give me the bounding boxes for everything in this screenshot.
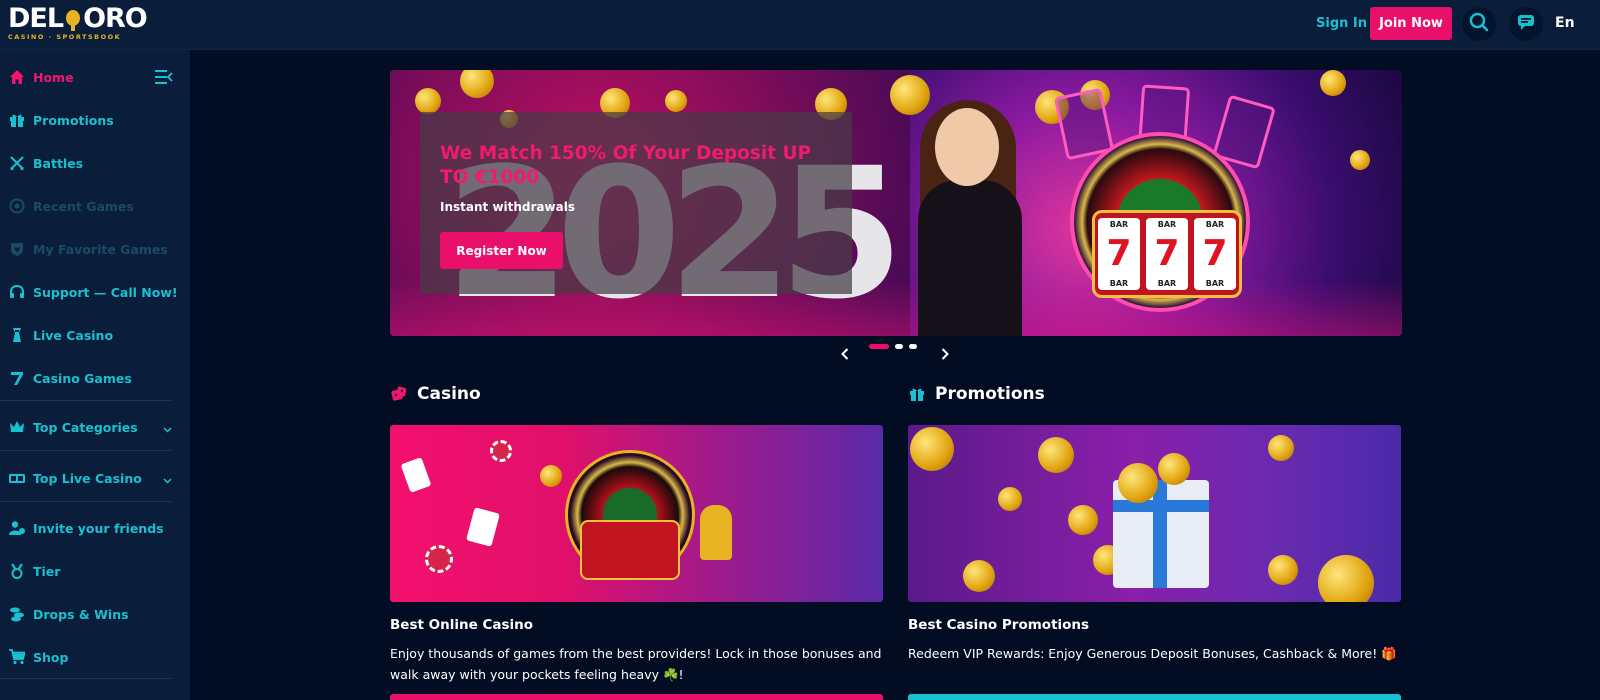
sidebar-item-shop[interactable]: Shop [0,637,190,677]
sidebar-item-home[interactable]: Home [0,57,190,97]
banner-subtitle: Instant withdrawals [440,200,575,214]
casino-heading-text: Casino [417,384,481,404]
cart-icon [9,649,25,665]
sidebar-divider [0,450,172,451]
carousel-prev-icon[interactable] [841,345,849,364]
slot-machine-graphic [580,520,680,580]
live-casino-icon [9,327,25,343]
crown-icon [9,419,25,435]
sidebar-item-label: Top Live Casino [33,470,142,486]
sidebar-item-label: Tier [33,563,61,579]
search-icon [1469,12,1489,36]
promotions-section-heading: Promotions [909,384,1045,404]
sidebar-item-label: Top Categories [33,419,138,435]
site-logo[interactable]: DEL ORO CASINO · SPORTSBOOK [8,5,148,43]
seven-icon [9,370,25,386]
banner-title: We Match 150% Of Your Deposit UP TO €100… [440,143,812,188]
gift-icon [909,386,925,402]
sidebar-item-label: Invite your friends [33,520,164,536]
carousel-next-icon[interactable] [941,345,949,364]
sidebar-item-recent-games[interactable]: Recent Games [0,186,190,226]
coin-graphic [460,70,494,98]
sidebar-divider [0,400,172,401]
search-button[interactable] [1462,7,1496,41]
sidebar-item-live-casino[interactable]: Live Casino [0,315,190,355]
sidebar-item-label: Drops & Wins [33,606,129,622]
carousel-dots [869,344,923,349]
hero-banner[interactable]: BAR7BAR BAR7BAR BAR7BAR 2025 We Match 15… [390,70,1402,336]
sidebar-item-support[interactable]: Support — Call Now! [0,272,190,312]
dice-icon [391,386,407,402]
gift-icon [9,112,25,128]
trophy-graphic [700,505,732,560]
top-header: DEL ORO CASINO · SPORTSBOOK Sign In Join… [0,0,1600,50]
sidebar-item-tier[interactable]: Tier [0,551,190,591]
sidebar-item-label: Shop [33,649,69,665]
sidebar-item-top-live-casino[interactable]: Top Live Casino [0,458,190,498]
medal-icon [9,563,25,579]
sidebar-item-label: Recent Games [33,198,134,214]
casino-card-image[interactable] [390,425,883,602]
sidebar-item-top-categories[interactable]: Top Categories [0,407,190,447]
sidebar-item-label: My Favorite Games [33,241,168,257]
coins-icon [9,606,25,622]
casino-card-title: Best Online Casino [390,617,534,633]
swords-icon [9,155,25,171]
coin-graphic [1320,70,1346,96]
recent-icon [9,198,25,214]
playing-card-graphic [466,507,500,547]
sidebar-item-label: Home [33,69,74,85]
coin-graphic [415,88,441,114]
sidebar: Home Promotions Battles Recent Games My … [0,50,190,700]
signin-link[interactable]: Sign In [1316,16,1367,31]
sidebar-divider [0,678,172,679]
chip-graphic [425,545,453,573]
sidebar-item-label: Casino Games [33,370,132,386]
promotions-card-button[interactable] [908,694,1401,700]
logo-coin-icon [64,8,82,31]
promotions-card-image[interactable] [908,425,1401,602]
playing-card-graphic [400,457,432,493]
chip-graphic [490,440,512,462]
chat-icon [1516,12,1536,36]
sidebar-item-promotions[interactable]: Promotions [0,100,190,140]
sidebar-item-label: Live Casino [33,327,114,343]
sidebar-item-label: Support — Call Now! [33,284,178,300]
chevron-down-icon [163,421,172,436]
casino-card-button[interactable] [390,694,883,700]
headset-icon [9,284,25,300]
register-now-button[interactable]: Register Now [440,232,563,269]
promotions-card-title: Best Casino Promotions [908,617,1090,633]
coin-graphic [665,90,687,112]
sidebar-item-battles[interactable]: Battles [0,143,190,183]
sidebar-item-casino-games[interactable]: Casino Games [0,358,190,398]
sidebar-item-label: Promotions [33,112,114,128]
slot-machine-graphic: BAR 7 BAR BAR 7 BAR BAR 7 BAR [1092,210,1242,298]
casino-card-description: Enjoy thousands of games from the best p… [390,646,882,682]
sidebar-item-invite-friends[interactable]: Invite your friends [0,508,190,548]
home-icon [9,69,25,85]
coin-graphic [890,75,930,115]
language-selector[interactable]: En [1555,15,1575,31]
promotions-card-description: Redeem VIP Rewards: Enjoy Generous Depos… [908,646,1397,661]
heart-shield-icon [9,241,25,257]
casino-section-heading: Casino [391,384,481,404]
join-now-button[interactable]: Join Now [1370,7,1452,40]
sidebar-item-favorite-games[interactable]: My Favorite Games [0,229,190,269]
carousel-dot[interactable] [869,344,889,349]
sidebar-item-label: Battles [33,155,84,171]
carousel-dot[interactable] [909,344,917,349]
chevron-down-icon [163,472,172,487]
promotions-heading-text: Promotions [935,384,1045,404]
invite-icon [9,520,25,536]
sidebar-item-drops-wins[interactable]: Drops & Wins [0,594,190,634]
carousel-dot[interactable] [895,344,903,349]
coin-graphic [1350,150,1370,170]
sidebar-divider [0,501,172,502]
chat-button[interactable] [1509,7,1543,41]
cards-icon [9,470,25,486]
logo-subtitle: CASINO · SPORTSBOOK [8,33,122,41]
